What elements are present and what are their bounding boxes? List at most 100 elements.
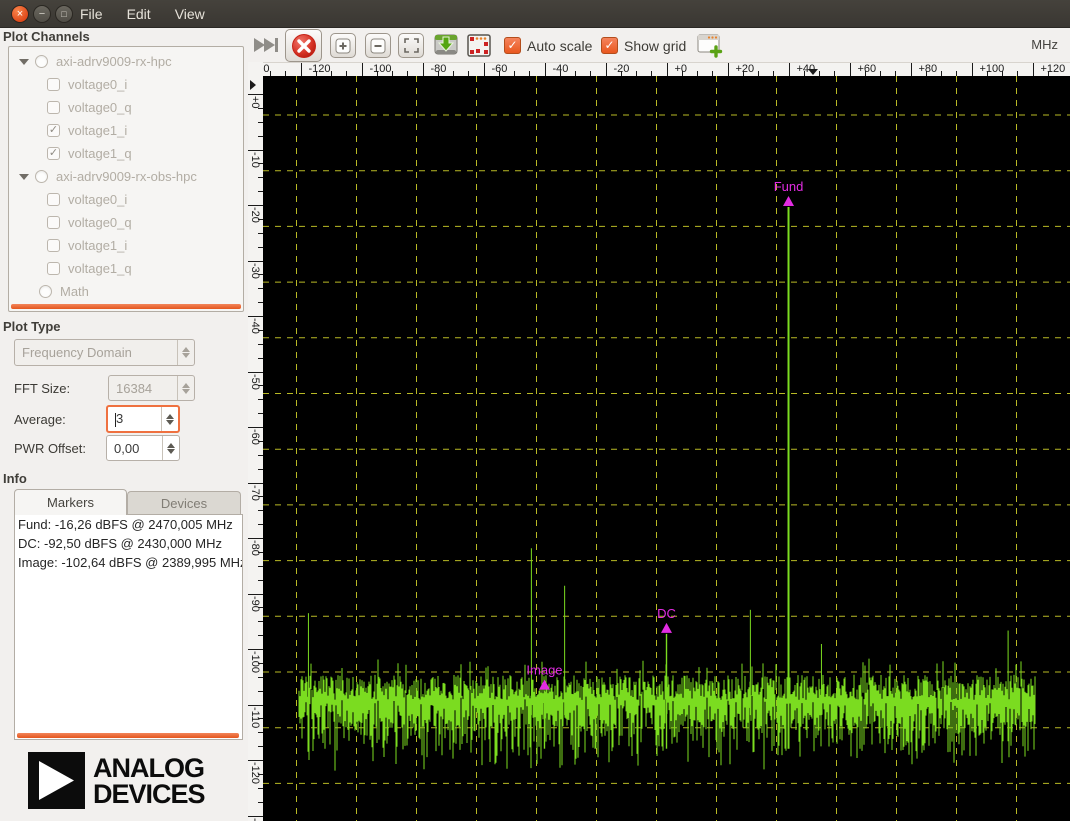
auto-scale-checkbox[interactable]: ✓: [504, 37, 521, 54]
dc-marker-arrow-icon[interactable]: [661, 623, 672, 633]
tree-row-voltage0-q[interactable]: voltage0_q: [9, 96, 243, 119]
channel-checkbox[interactable]: [47, 193, 60, 206]
channel-checkbox[interactable]: [47, 216, 60, 229]
tab-devices[interactable]: Devices: [127, 491, 241, 515]
tree-item-label: voltage0_q: [68, 100, 132, 115]
menu-file[interactable]: File: [80, 6, 103, 22]
plot-channels-heading: Plot Channels: [3, 29, 90, 44]
pwr-offset-spin-arrows[interactable]: [162, 436, 179, 460]
y-major-tick: [248, 261, 263, 262]
y-major-tick: [248, 427, 263, 428]
y-tick-label: -50: [249, 374, 261, 390]
tree-item-label: voltage0_q: [68, 215, 132, 230]
tree-row-voltage1-i[interactable]: voltage1_i: [9, 234, 243, 257]
expander-icon[interactable]: [19, 174, 29, 180]
channel-checkbox[interactable]: ✓: [47, 147, 60, 160]
x-tick-label: +60: [858, 63, 877, 75]
tree-row-voltage1-i[interactable]: ✓voltage1_i: [9, 119, 243, 142]
analog-devices-logo: ANALOG DEVICES: [28, 752, 205, 809]
channel-checkbox[interactable]: ✓: [47, 124, 60, 137]
skip-forward-icon: [253, 36, 281, 54]
spectrum-plot-area[interactable]: FundDCImage: [263, 76, 1070, 821]
marker-horizontal-scrollbar[interactable]: [17, 733, 239, 738]
average-spin-arrows[interactable]: [161, 407, 178, 431]
average-spinbox[interactable]: 3: [106, 405, 180, 433]
stop-capture-button[interactable]: [285, 29, 322, 62]
zoom-in-button[interactable]: [330, 33, 356, 58]
y-tick-label: -110: [249, 707, 261, 728]
tree-row-voltage1-q[interactable]: voltage1_q: [9, 257, 243, 280]
tree-item-label: voltage0_i: [68, 77, 127, 92]
tab-markers[interactable]: Markers: [14, 489, 127, 515]
device-radio[interactable]: [39, 285, 52, 298]
save-capture-button[interactable]: [431, 30, 461, 60]
y-axis-ruler[interactable]: +0-10-20-30-40-50-60-70-80-90-100-110-12…: [248, 76, 263, 821]
device-radio[interactable]: [35, 170, 48, 183]
capture-play-button[interactable]: [252, 34, 282, 56]
expander-icon[interactable]: [19, 59, 29, 65]
stop-red-x-icon: [291, 33, 317, 59]
new-plot-button[interactable]: [695, 32, 725, 59]
y-tick-label: -40: [249, 318, 261, 334]
fft-size-select: 16384: [108, 375, 195, 401]
x-major-tick: [667, 62, 668, 76]
marker-dc-readout: DC: -92,50 dBFS @ 2430,000 MHz: [15, 534, 242, 553]
channel-checkbox[interactable]: [47, 101, 60, 114]
zoom-fit-button[interactable]: [398, 33, 424, 58]
menu-bar: File Edit View: [80, 0, 205, 28]
save-drive-icon: [433, 32, 459, 58]
tree-item-label: voltage1_i: [68, 238, 127, 253]
tree-row-math[interactable]: Math: [9, 280, 243, 303]
tree-row-axi-adrv9009-rx-obs-hpc[interactable]: axi-adrv9009-rx-obs-hpc: [9, 165, 243, 188]
fullscreen-button[interactable]: [465, 32, 493, 59]
tree-row-voltage1-q[interactable]: ✓ voltage1_q: [9, 142, 243, 165]
y-major-tick: [248, 705, 263, 706]
channel-checkbox[interactable]: [47, 78, 60, 91]
window-minimize-button[interactable]: −: [33, 5, 51, 23]
x-major-tick: [972, 62, 973, 76]
tree-row-voltage0-i[interactable]: voltage0_i: [9, 73, 243, 96]
tree-item-label: voltage1_q: [68, 261, 132, 276]
pwr-offset-value: 0,00: [107, 441, 162, 456]
device-radio[interactable]: [35, 55, 48, 68]
fund-marker-arrow-icon[interactable]: [783, 196, 794, 206]
pwr-offset-spinbox[interactable]: 0,00: [106, 435, 180, 461]
menu-view[interactable]: View: [175, 6, 205, 22]
adi-triangle-icon: [28, 752, 85, 809]
window-maximize-button[interactable]: □: [55, 5, 73, 23]
x-major-tick: [911, 62, 912, 76]
y-major-tick: [248, 150, 263, 151]
y-tick-label: -90: [249, 596, 261, 612]
plot-type-value: Frequency Domain: [15, 345, 177, 360]
y-major-tick: [248, 372, 263, 373]
y-major-tick: [248, 760, 263, 761]
y-tick-label: -70: [249, 485, 261, 501]
show-grid-checkbox[interactable]: ✓: [601, 37, 618, 54]
tree-row-axi-adrv9009-rx-hpc[interactable]: axi-adrv9009-rx-hpc: [9, 50, 243, 73]
y-major-tick: [248, 94, 263, 95]
x-position-indicator[interactable]: [808, 69, 818, 75]
pwr-offset-label: PWR Offset:: [14, 441, 86, 456]
y-major-tick: [248, 316, 263, 317]
tree-horizontal-scrollbar[interactable]: [11, 304, 241, 309]
tree-item-label: voltage1_q: [68, 146, 132, 161]
window-close-button[interactable]: ×: [11, 5, 29, 23]
x-major-tick: [850, 62, 851, 76]
info-heading: Info: [3, 471, 27, 486]
y-major-tick: [248, 483, 263, 484]
x-major-tick: [1033, 62, 1034, 76]
image-marker-arrow-icon[interactable]: [539, 680, 550, 690]
x-axis-ruler[interactable]: -140-120-100-80-60-40-20+0+20+40+60+80+1…: [263, 62, 1070, 76]
y-tick-label: -130: [249, 818, 261, 821]
y-position-indicator[interactable]: [250, 80, 256, 90]
channel-tree[interactable]: axi-adrv9009-rx-hpc voltage0_i voltage0_q ✓…: [8, 46, 244, 312]
channel-checkbox[interactable]: [47, 262, 60, 275]
menu-edit[interactable]: Edit: [127, 6, 151, 22]
y-tick-label: -30: [249, 263, 261, 279]
tree-row-voltage0-i[interactable]: voltage0_i: [9, 188, 243, 211]
channel-checkbox[interactable]: [47, 239, 60, 252]
zoom-out-button[interactable]: [365, 33, 391, 58]
x-tick-label: +80: [919, 63, 938, 75]
tree-row-voltage0-q[interactable]: voltage0_q: [9, 211, 243, 234]
marker-readout-area[interactable]: Fund: -16,26 dBFS @ 2470,005 MHz DC: -92…: [14, 514, 243, 740]
